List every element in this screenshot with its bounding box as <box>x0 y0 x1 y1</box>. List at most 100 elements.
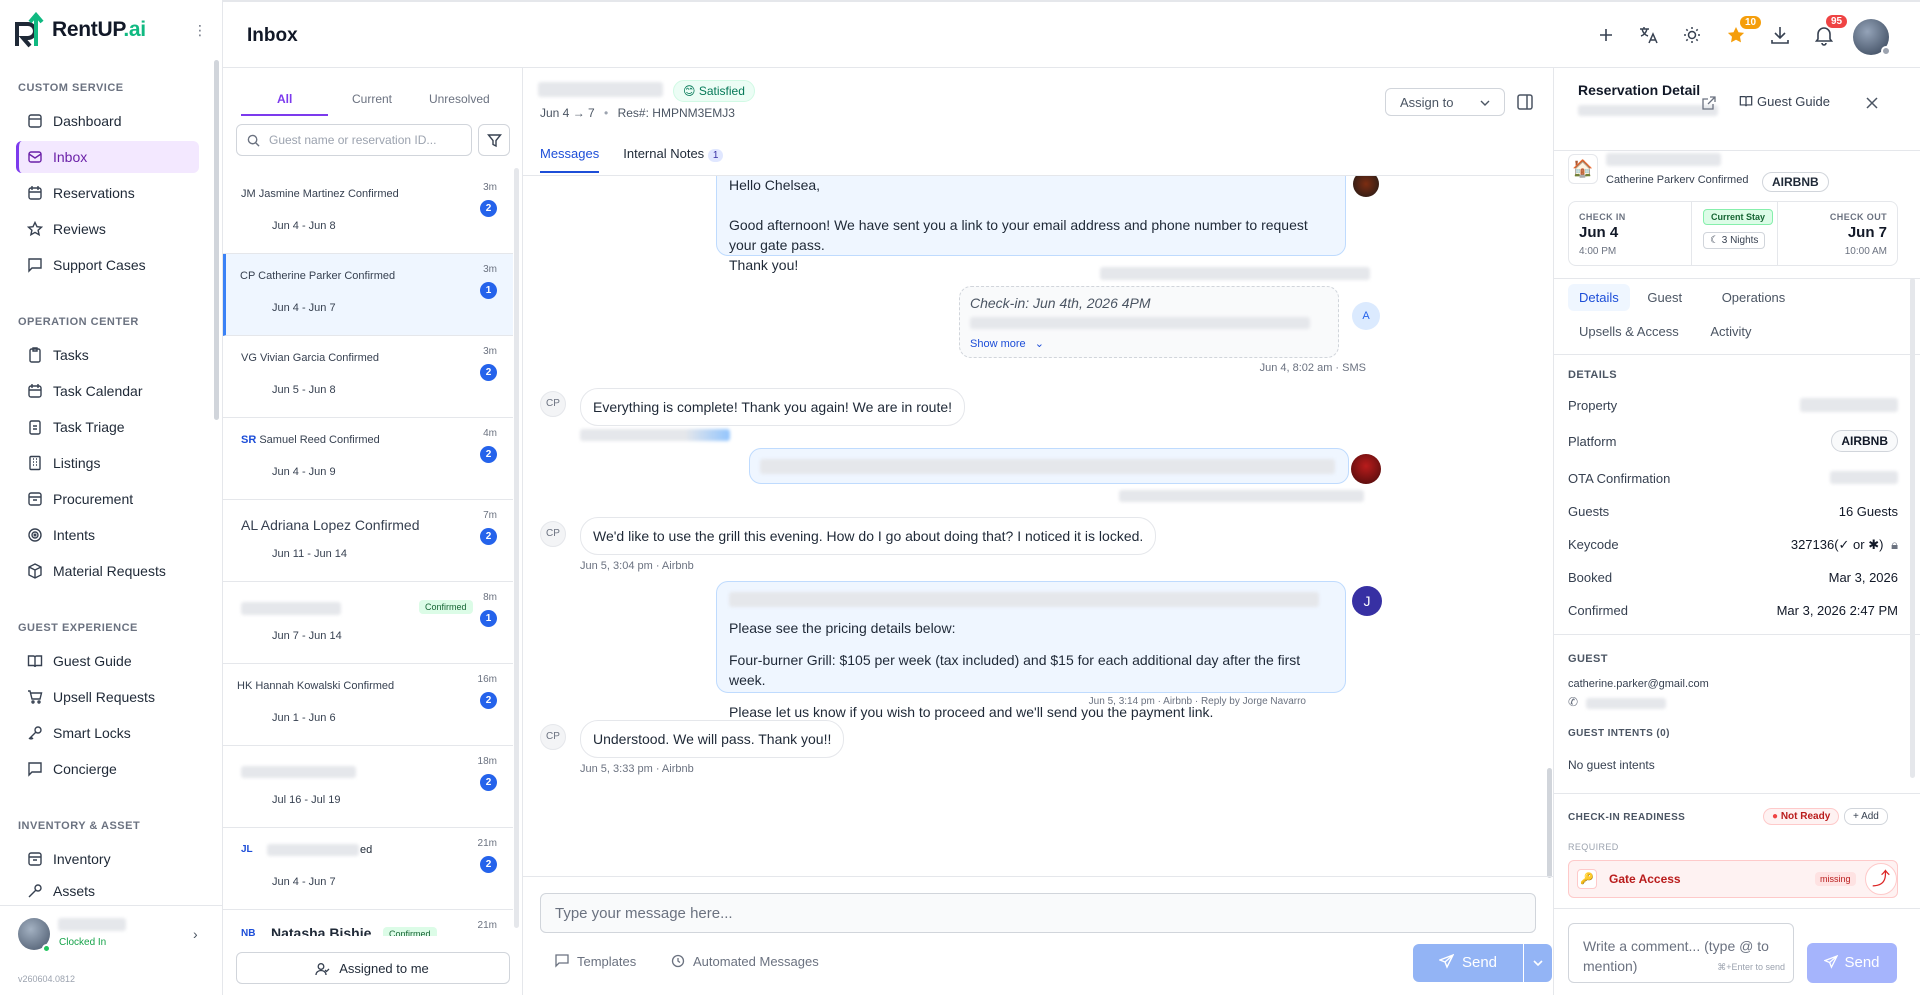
check-in-label: CHECK IN <box>1579 212 1626 222</box>
sidebar-item-procurement[interactable]: Procurement <box>16 483 199 515</box>
send-options-button[interactable] <box>1524 944 1552 982</box>
sidebar-item-task-calendar[interactable]: Task Calendar <box>16 375 199 407</box>
sidebar-item-task-triage[interactable]: Task Triage <box>16 411 199 443</box>
guest-heading: GUEST <box>1568 653 1608 665</box>
unread-count: 2 <box>480 446 497 463</box>
automated-messages-button[interactable]: Automated Messages <box>671 954 819 969</box>
sidebar-item-dashboard[interactable]: Dashboard <box>16 105 199 137</box>
filter-button[interactable] <box>478 124 510 156</box>
conversation-time: 18m <box>477 756 497 767</box>
assign-to-select[interactable]: Assign to <box>1385 88 1505 116</box>
gate-access-item[interactable]: 🔑 Gate Access missing ⤴ <box>1568 860 1898 898</box>
detail-scrollbar[interactable] <box>1910 278 1915 778</box>
sidebar-item-inventory[interactable]: Inventory <box>16 843 199 875</box>
lock-icon[interactable]: 🔒︎ <box>1891 537 1898 552</box>
sidebar-scrollbar[interactable] <box>214 60 219 420</box>
section-guest-experience: GUEST EXPERIENCE <box>18 622 138 634</box>
book-icon <box>27 655 43 668</box>
chevron-right-icon[interactable]: › <box>193 926 198 942</box>
message-thread[interactable]: Hello Chelsea, Good afternoon! We have s… <box>523 176 1543 944</box>
sidebar-item-reservations[interactable]: Reservations <box>16 177 199 209</box>
conversation-item[interactable]: HK Hannah Kowalski Confirmed Jun 1 - Jun… <box>223 664 513 746</box>
conversation-item[interactable]: JL ed Jun 4 - Jun 7 21m 2 <box>223 828 513 910</box>
download-icon[interactable] <box>1769 24 1791 46</box>
conversation-item[interactable]: AL Adriana Lopez Confirmed Jun 11 - Jun … <box>223 500 513 582</box>
guest-email[interactable]: catherine.parker@gmail.com <box>1568 678 1709 690</box>
panel-toggle-icon[interactable] <box>1516 93 1534 111</box>
sidebar-item-inbox[interactable]: Inbox <box>16 141 199 173</box>
guest-intents-heading: GUEST INTENTS (0) <box>1568 728 1670 739</box>
conversation-list-scrollbar[interactable] <box>514 168 519 928</box>
templates-button[interactable]: Templates <box>555 954 636 969</box>
clipboard-icon <box>29 420 41 435</box>
conversation-item-selected[interactable]: CP Catherine Parker Confirmed Jun 4 - Ju… <box>223 254 513 336</box>
sidebar-item-upsell-requests[interactable]: Upsell Requests <box>16 681 199 713</box>
tab-all[interactable]: All <box>241 86 329 116</box>
conversation-item[interactable]: NB Natasha Bishie Confirmed 21m <box>223 910 513 936</box>
conversation-item[interactable]: VG Vivian Garcia Confirmed Jun 5 - Jun 8… <box>223 336 513 418</box>
guest-guide-button[interactable]: Guest Guide <box>1739 94 1830 109</box>
app-logo[interactable]: RentUP.ai <box>14 12 146 48</box>
sidebar-item-material-requests[interactable]: Material Requests <box>16 555 199 587</box>
chat-scrollbar[interactable] <box>1547 768 1552 878</box>
sidebar-item-support-cases[interactable]: Support Cases <box>16 249 199 281</box>
unread-count: 2 <box>480 364 497 381</box>
user-status-box[interactable]: Clocked In › <box>0 905 223 965</box>
sidebar-item-assets[interactable]: Assets <box>16 879 199 903</box>
ota-redacted <box>1830 471 1898 484</box>
conversation-item[interactable]: Jul 16 - Jul 19 18m 2 <box>223 746 513 828</box>
sidebar-item-guest-guide[interactable]: Guest Guide <box>16 645 199 677</box>
detail-row-platform: Platform AIRBNB <box>1568 430 1898 452</box>
check-out-label: CHECK OUT <box>1829 212 1887 222</box>
external-link-icon[interactable] <box>1702 96 1716 110</box>
sidebar-item-reviews[interactable]: Reviews <box>16 213 199 245</box>
comment-input[interactable]: Write a comment... (type @ to mention) ⌘… <box>1568 923 1794 983</box>
assigned-to-me-label: Assigned to me <box>339 961 429 976</box>
tab-unresolved[interactable]: Unresolved <box>416 86 503 116</box>
translate-icon[interactable] <box>1637 24 1659 46</box>
sidebar-item-smart-locks[interactable]: Smart Locks <box>16 717 199 749</box>
tab-messages[interactable]: Messages <box>540 146 600 173</box>
message-meta: Jun 4, 8:02 am · SMS <box>1259 362 1366 374</box>
conversation-item[interactable]: Confirmed Jun 7 - Jun 14 8m 1 <box>223 582 513 664</box>
sidebar-item-intents[interactable]: Intents <box>16 519 199 551</box>
tab-details[interactable]: Details <box>1568 284 1630 311</box>
sidebar-item-tasks[interactable]: Tasks <box>16 339 199 371</box>
incoming-message: We'd like to use the grill this evening.… <box>580 517 1157 555</box>
message-input[interactable]: Type your message here... <box>540 893 1536 933</box>
tab-upsells-access[interactable]: Upsells & Access <box>1579 324 1679 339</box>
tab-operations[interactable]: Operations <box>1722 290 1786 305</box>
key-icon: 🔑 <box>1577 869 1597 889</box>
plus-icon[interactable] <box>1595 24 1617 46</box>
chat-tabs: Messages Internal Notes 1 <box>540 146 724 173</box>
sidebar-item-listings[interactable]: Listings <box>16 447 199 479</box>
tab-internal-notes[interactable]: Internal Notes 1 <box>623 146 724 173</box>
conversation-dates: Jun 7 - Jun 14 <box>272 630 342 642</box>
conversation-item[interactable]: JM Jasmine Martinez Confirmed Jun 4 - Ju… <box>223 172 513 254</box>
check-in-date: Jun 4 <box>1579 224 1619 241</box>
add-readiness-button[interactable]: + Add <box>1844 808 1888 825</box>
conversation-dates: Jul 16 - Jul 19 <box>272 794 341 806</box>
sidebar-item-label: Assets <box>53 883 96 899</box>
send-button[interactable]: Send <box>1413 944 1523 982</box>
search-input[interactable]: Guest name or reservation ID... <box>236 124 472 156</box>
readiness-heading: CHECK-IN READINESS <box>1568 812 1686 823</box>
show-more-link[interactable]: Show more ⌄ <box>970 337 1044 350</box>
pdf-icon[interactable]: ⤴ <box>1865 863 1897 895</box>
conversation-item[interactable]: SR Samuel Reed Confirmed Jun 4 - Jun 9 4… <box>223 418 513 500</box>
clipboard-icon <box>29 347 41 363</box>
reservation-number[interactable]: Res#: HMPNM3EMJ3 <box>618 106 735 120</box>
required-label: REQUIRED <box>1568 842 1619 852</box>
sidebar-item-concierge[interactable]: Concierge <box>16 753 199 785</box>
top-bar: Inbox 10 95 <box>223 0 1920 68</box>
tab-current[interactable]: Current <box>328 86 415 116</box>
assigned-to-me-button[interactable]: Assigned to me <box>236 952 510 984</box>
sidebar-menu-icon[interactable]: ⋮ <box>193 22 207 39</box>
sidebar: RentUP.ai ⋮ CUSTOM SERVICE Dashboard Inb… <box>0 0 223 995</box>
close-icon[interactable] <box>1866 97 1878 109</box>
conversation-name: JM Jasmine Martinez Confirmed <box>241 188 399 200</box>
sun-icon[interactable] <box>1681 24 1703 46</box>
tab-guest[interactable]: Guest <box>1647 290 1682 305</box>
comment-send-button[interactable]: Send <box>1807 943 1897 983</box>
tab-activity[interactable]: Activity <box>1710 324 1751 339</box>
